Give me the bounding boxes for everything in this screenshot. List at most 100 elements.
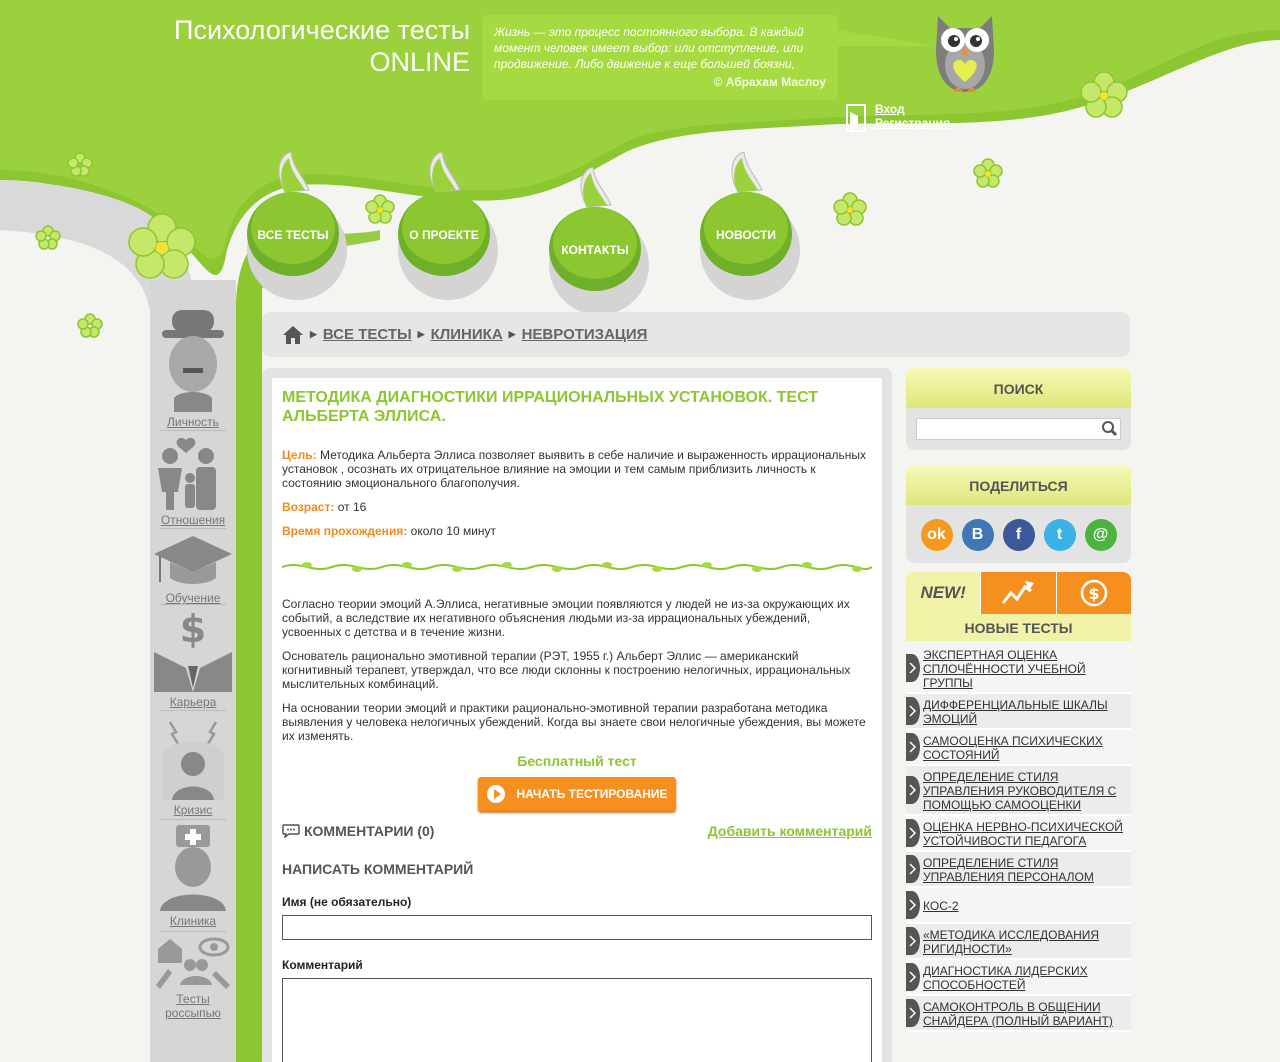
charlie-chaplin-icon — [162, 310, 224, 412]
tab-popular[interactable] — [980, 572, 1056, 614]
svg-text:$: $ — [180, 608, 206, 651]
chart-up-icon — [1002, 581, 1035, 604]
nav-news[interactable]: НОВОСТИ — [698, 152, 808, 302]
list-item-label: ОПРЕДЕЛЕНИЕ СТИЛЯ УПРАВЛЕНИЯ ПЕРСОНАЛОМ — [923, 856, 1094, 884]
quote-author: © Абрахам Маслоу — [713, 75, 826, 89]
sidebar-divider — [160, 931, 226, 932]
chevron-right-icon — [906, 654, 920, 682]
search-body — [906, 408, 1131, 450]
page-title: МЕТОДИКА ДИАГНОСТИКИ ИРРАЦИОНАЛЬНЫХ УСТА… — [282, 389, 818, 425]
list-item[interactable]: «МЕТОДИКА ИССЛЕДОВАНИЯ РИГИДНОСТИ» — [906, 924, 1131, 960]
twitter-icon[interactable]: t — [1043, 519, 1076, 551]
comment-textarea[interactable] — [282, 978, 872, 1062]
sidebar-item-label: Личность — [167, 415, 219, 429]
sidebar-divider — [160, 528, 226, 529]
body-paragraph: Согласно теории эмоций А.Эллиса, негатив… — [282, 597, 850, 639]
new-tests-tabs: NEW! $ — [906, 572, 1131, 614]
tab-new[interactable]: NEW! — [906, 572, 981, 614]
stressed-person-icon — [162, 721, 224, 800]
speech-bubble-icon — [282, 824, 300, 838]
breadcrumb-arrow-icon: ▶ — [508, 329, 516, 339]
mixed-tests-icon — [156, 937, 230, 989]
nav-contacts-label: КОНТАКТЫ — [561, 243, 629, 257]
nav-all-tests[interactable]: ВСЕ ТЕСТЫ — [245, 152, 355, 302]
list-item[interactable]: ДИФФЕРЕНЦИАЛЬНЫЕ ШКАЛЫ ЭМОЦИЙ — [906, 694, 1131, 730]
svg-text:$: $ — [1088, 584, 1099, 603]
name-label: Имя (не обязательно) — [282, 895, 412, 909]
nav-all-tests-label: ВСЕ ТЕСТЫ — [257, 228, 329, 242]
sidebar-item-clinic[interactable]: Клиника — [150, 823, 236, 928]
tab-paid[interactable]: $ — [1055, 572, 1131, 614]
nav-news-label: НОВОСТИ — [715, 228, 777, 242]
site-title-line2: ONLINE — [369, 47, 470, 77]
comments-count: КОММЕНТАРИИ (0) — [304, 823, 435, 839]
list-item[interactable]: САМООЦЕНКА ПСИХИЧЕСКИХ СОСТОЯНИЙ — [906, 730, 1131, 766]
register-link[interactable]: Регистрация — [875, 116, 950, 130]
graduation-cap-icon — [154, 536, 232, 584]
quote-text: Жизнь — это процесс постоянного выбора. … — [494, 25, 804, 71]
chevron-right-icon — [906, 963, 920, 991]
sidebar-item-label: Отношения — [160, 513, 226, 527]
chevron-right-icon — [906, 891, 920, 919]
quote-box: Жизнь — это процесс постоянного выбора. … — [482, 15, 838, 100]
sidebar-item-label: Кризис — [173, 803, 213, 817]
list-item[interactable]: САМОКОНТРОЛЬ В ОБЩЕНИИ СНАЙДЕРА (ПОЛНЫЙ … — [906, 996, 1131, 1032]
start-test-label: НАЧАТЬ ТЕСТИРОВАНИЕ — [516, 787, 668, 801]
sidebar-item-crisis[interactable]: Кризис — [150, 714, 236, 817]
site-title[interactable]: Психологические тесты ONLINE — [50, 14, 470, 78]
time-paragraph: Время прохождения: около 10 минут — [282, 524, 872, 538]
sidebar-item-education[interactable]: Обучение — [150, 532, 236, 605]
list-item-label: САМООЦЕНКА ПСИХИЧЕСКИХ СОСТОЯНИЙ — [923, 734, 1103, 762]
list-item[interactable]: КОС-2 — [906, 888, 1131, 924]
sidebar-item-relations[interactable]: Отношения — [150, 434, 236, 527]
list-item-label: ОЦЕНКА НЕРВНО-ПСИХИЧЕСКОЙ УСТОЙЧИВОСТИ П… — [923, 820, 1123, 848]
list-item[interactable]: ОПРЕДЕЛЕНИЕ СТИЛЯ УПРАВЛЕНИЯ РУКОВОДИТЕЛ… — [906, 766, 1131, 816]
owl-icon — [936, 16, 994, 93]
sidebar-item-misc-tests[interactable]: Тесты россыпью — [150, 935, 236, 1020]
chevron-right-icon — [906, 697, 920, 725]
list-item-label: ОПРЕДЕЛЕНИЕ СТИЛЯ УПРАВЛЕНИЯ РУКОВОДИТЕЛ… — [923, 770, 1117, 812]
breadcrumb-all-tests[interactable]: ВСЕ ТЕСТЫ — [323, 326, 412, 343]
list-item[interactable]: ОЦЕНКА НЕРВНО-ПСИХИЧЕСКОЙ УСТОЙЧИВОСТИ П… — [906, 816, 1131, 852]
age-paragraph: Возраст: от 16 — [282, 500, 872, 514]
list-item-label: «МЕТОДИКА ИССЛЕДОВАНИЯ РИГИДНОСТИ» — [923, 928, 1100, 956]
main-content: МЕТОДИКА ДИАГНОСТИКИ ИРРАЦИОНАЛЬНЫХ УСТА… — [262, 368, 892, 1062]
family-icon — [158, 437, 216, 510]
facebook-icon[interactable]: f — [1002, 519, 1035, 551]
search-icon[interactable] — [1100, 420, 1120, 438]
mail-icon[interactable]: @ — [1084, 519, 1117, 551]
time-text: около 10 минут — [410, 524, 497, 538]
dollar-icon: $ — [1080, 579, 1108, 607]
list-item[interactable]: ДИАГНОСТИКА ЛИДЕРСКИХ СПОСОБНОСТЕЙ — [906, 960, 1131, 996]
auth-links: Вход Регистрация — [846, 102, 950, 132]
breadcrumb-arrow-icon: ▶ — [417, 329, 425, 339]
breadcrumb-clinic[interactable]: КЛИНИКА — [431, 326, 503, 343]
sidebar-item-career[interactable]: $ Карьера — [150, 607, 236, 709]
name-field[interactable] — [282, 915, 872, 940]
apple-icon — [398, 152, 498, 300]
search-input[interactable] — [917, 419, 1100, 439]
odnoklassniki-icon[interactable]: ok — [920, 519, 953, 551]
businessman-icon: $ — [154, 607, 232, 692]
add-comment-link[interactable]: Добавить комментарий — [708, 823, 872, 839]
quote-pointer — [836, 30, 936, 46]
sidebar-item-personality[interactable]: Личность — [150, 306, 236, 429]
nav-about-label: О ПРОЕКТЕ — [409, 228, 479, 242]
free-test-label: Бесплатный тест — [517, 753, 637, 769]
start-test-button[interactable]: НАЧАТЬ ТЕСТИРОВАНИЕ — [478, 777, 676, 811]
login-link[interactable]: Вход — [875, 102, 950, 116]
nav-about[interactable]: О ПРОЕКТЕ — [396, 152, 506, 302]
nav-contacts[interactable]: КОНТАКТЫ — [547, 167, 657, 317]
list-item-label: ЭКСПЕРТНАЯ ОЦЕНКА СПЛОЧЁННОСТИ УЧЕБНОЙ Г… — [923, 648, 1086, 690]
home-icon[interactable] — [282, 325, 304, 345]
breadcrumb-neurotization[interactable]: НЕВРОТИЗАЦИЯ — [522, 326, 648, 343]
list-item[interactable]: ЭКСПЕРТНАЯ ОЦЕНКА СПЛОЧЁННОСТИ УЧЕБНОЙ Г… — [906, 644, 1131, 694]
new-tests-heading: НОВЫЕ ТЕСТЫ — [906, 614, 1131, 641]
apple-icon — [549, 167, 649, 315]
vkontakte-icon[interactable]: В — [961, 519, 994, 551]
comments-heading: КОММЕНТАРИИ (0) — [282, 823, 434, 839]
apple-icon — [700, 152, 800, 300]
vine-divider — [281, 562, 873, 572]
list-item[interactable]: ОПРЕДЕЛЕНИЕ СТИЛЯ УПРАВЛЕНИЯ ПЕРСОНАЛОМ — [906, 852, 1131, 888]
new-tests-list: ЭКСПЕРТНАЯ ОЦЕНКА СПЛОЧЁННОСТИ УЧЕБНОЙ Г… — [906, 644, 1131, 1032]
